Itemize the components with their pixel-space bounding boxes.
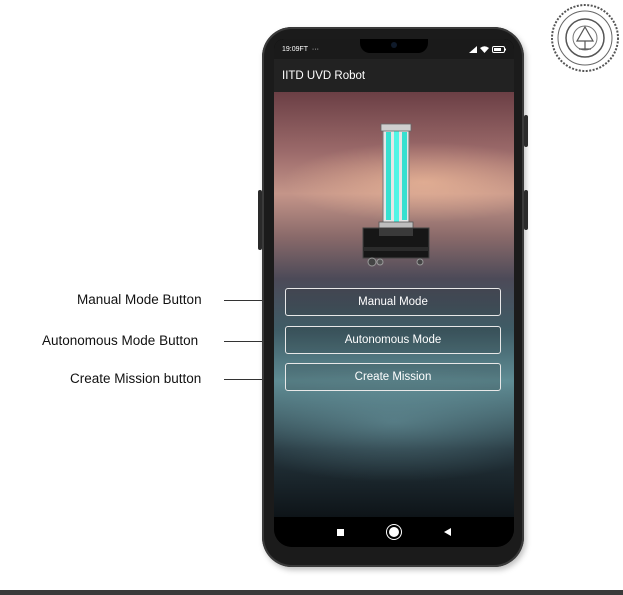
signal-icon: [469, 45, 477, 53]
create-mission-button[interactable]: Create Mission: [285, 363, 501, 391]
circle-icon[interactable]: [388, 527, 399, 537]
app-title: IITD UVD Robot: [282, 69, 366, 82]
bottom-border: [0, 590, 623, 595]
triangle-back-icon[interactable]: [444, 528, 452, 536]
volume-button: [258, 190, 262, 250]
android-nav-bar: [274, 517, 514, 547]
annotation-autonomous-mode: Autonomous Mode Button: [42, 333, 199, 348]
camera-notch: [360, 39, 428, 53]
square-icon[interactable]: [336, 528, 344, 536]
phone-screen: 19:09FT ··· IITD UVD Robot Manual Mode A…: [274, 39, 514, 547]
annotation-create-mission: Create Mission button: [70, 371, 202, 386]
uvd-robot-image: [362, 123, 430, 267]
app-bar: IITD UVD Robot: [274, 59, 514, 92]
main-content: Manual Mode Autonomous Mode Create Missi…: [274, 92, 514, 517]
wifi-icon: [480, 45, 489, 53]
status-time: 19:09FT ···: [282, 45, 319, 53]
manual-mode-button[interactable]: Manual Mode: [285, 288, 501, 316]
battery-icon: [492, 45, 506, 53]
institute-seal-logo: [551, 4, 619, 72]
annotation-manual-mode: Manual Mode Button: [77, 292, 202, 307]
camera-icon: [391, 42, 397, 48]
power-button: [524, 115, 528, 147]
status-icons: [469, 45, 506, 53]
autonomous-mode-button[interactable]: Autonomous Mode: [285, 326, 501, 354]
side-button: [524, 190, 528, 230]
